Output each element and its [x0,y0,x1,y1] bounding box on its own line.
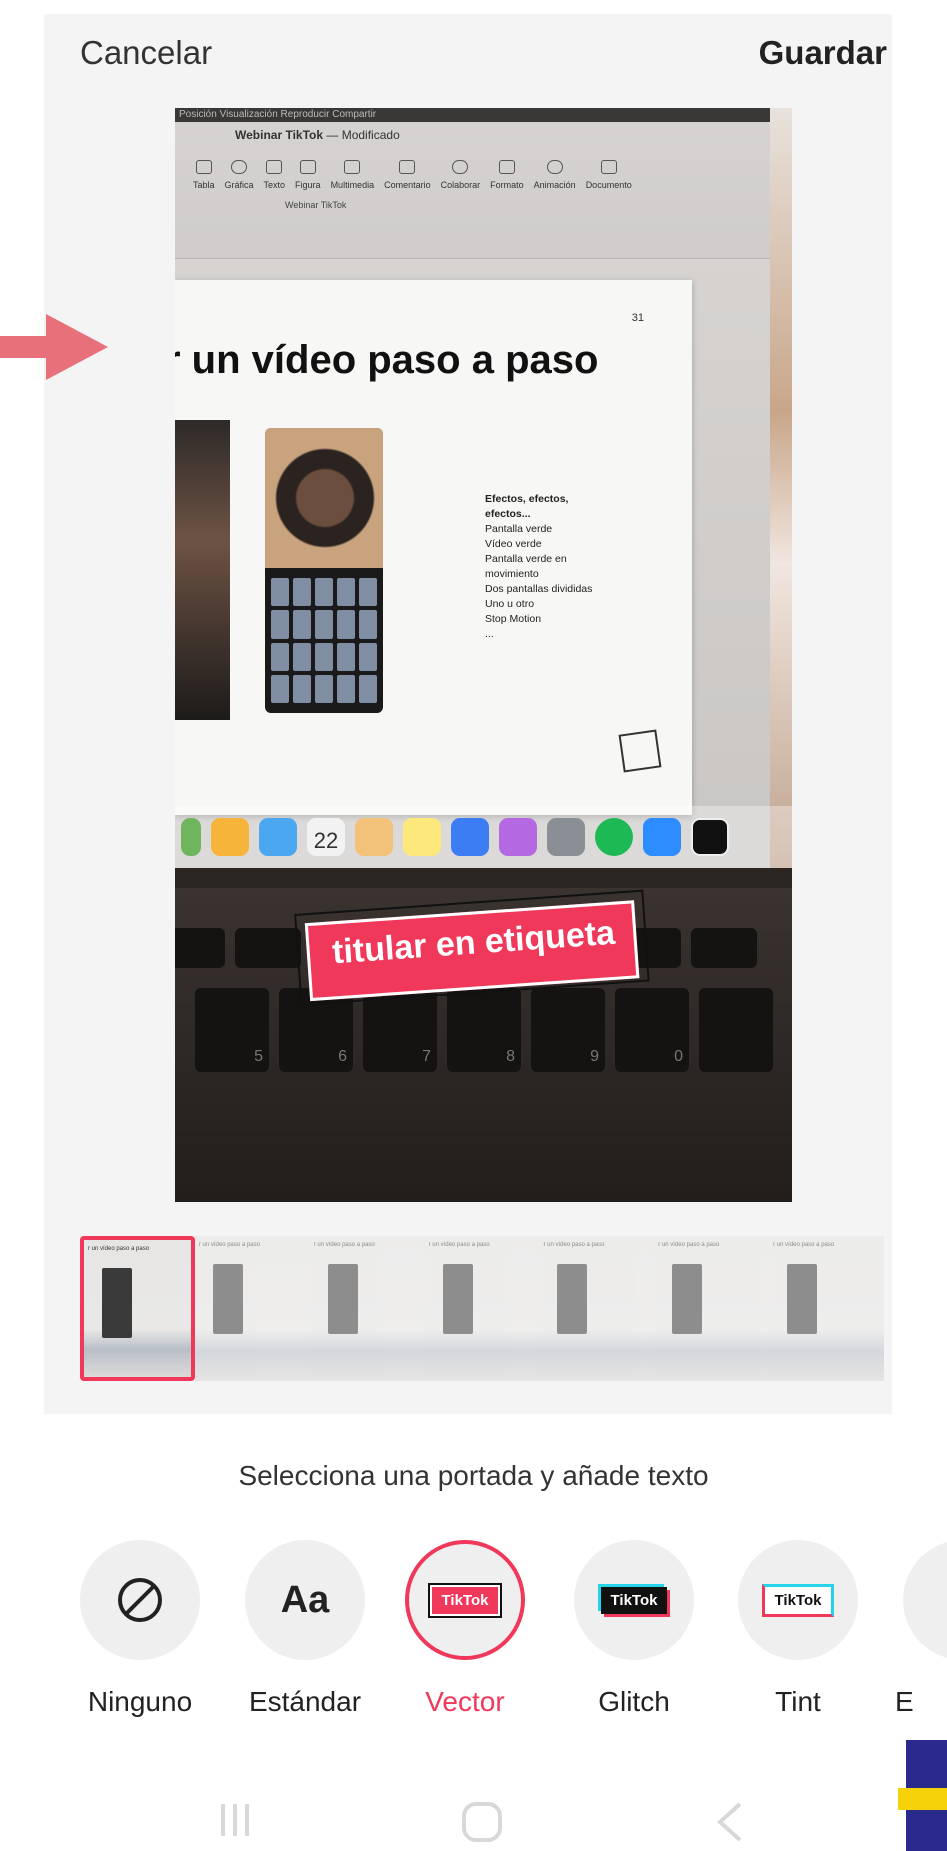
style-none[interactable]: Ninguno [75,1540,205,1718]
background-window [770,108,792,868]
filmstrip-frame[interactable]: r un vídeo paso a paso [309,1236,425,1381]
tool-chart: Gráfica [225,160,254,190]
style-tint[interactable]: TikTok Tint [733,1540,863,1718]
style-glitch[interactable]: TikTok Glitch [569,1540,699,1718]
tool-format: Formato [490,160,524,190]
slide-phone-image [265,428,383,713]
tool-animation: Animación [534,160,576,190]
style-vector[interactable]: TikTok Vector [400,1540,530,1718]
presentation-slide: 31 r un vídeo paso a paso Efectos, efect… [175,280,692,815]
cover-preview[interactable]: Posición Visualización Reproducir Compar… [175,108,792,1202]
save-button[interactable]: Guardar [759,34,887,72]
style-standard[interactable]: Aa Estándar [240,1540,370,1718]
style-more[interactable]: E [895,1540,947,1718]
mac-dock: 22 [175,806,792,868]
tool-media: Multimedia [331,160,374,190]
doc-subtab: Webinar TikTok [285,200,347,210]
annotation-arrow-icon [0,314,108,380]
slide-number: 31 [631,312,644,324]
filmstrip-frame[interactable]: r un vídeo paso a paso [80,1236,195,1381]
filmstrip-frame[interactable]: r un vídeo paso a paso [424,1236,540,1381]
prohibited-icon [118,1578,162,1622]
tool-text: Texto [264,160,285,190]
filmstrip-frame[interactable]: r un vídeo paso a paso [194,1236,310,1381]
effects-list: Efectos, efectos, efectos... Pantalla ve… [485,493,593,640]
laptop-screen: Posición Visualización Reproducir Compar… [175,108,792,868]
tool-shape: Figura [295,160,321,190]
slide-phone-left [175,420,230,720]
system-navbar [0,1790,947,1851]
tool-row: Tabla Gráfica Texto Figura Multimedia Co… [193,160,642,190]
filmstrip-frame[interactable]: r un vídeo paso a paso [654,1236,770,1381]
tool-collab: Colaborar [441,160,480,190]
calendar-icon: 22 [307,818,345,856]
app-menu: Posición Visualización Reproducir Compar… [175,108,792,122]
filmstrip-frame[interactable]: r un vídeo paso a paso [769,1236,885,1381]
doc-title: Webinar TikTok — Modificado [235,128,400,142]
tool-table: Tabla [193,160,215,190]
tool-comment: Comentario [384,160,431,190]
back-icon[interactable] [710,1800,750,1844]
brand-logo-icon [898,1740,947,1851]
tool-document: Documento [586,160,632,190]
filmstrip-frame[interactable]: r un vídeo paso a paso [539,1236,655,1381]
slide-title: r un vídeo paso a paso [175,338,599,382]
text-style-picker: Ninguno Aa Estándar TikTok Vector TikTok… [0,1540,947,1717]
frame-filmstrip[interactable]: r un vídeo paso a paso r un vídeo paso a… [80,1236,885,1381]
cancel-button[interactable]: Cancelar [80,34,212,72]
home-icon[interactable] [460,1800,504,1844]
recent-apps-icon[interactable] [215,1800,255,1840]
app-toolbar: Posición Visualización Reproducir Compar… [175,108,792,259]
slide-logo-icon [618,729,662,773]
cover-hint: Selecciona una portada y añade texto [238,1460,709,1491]
